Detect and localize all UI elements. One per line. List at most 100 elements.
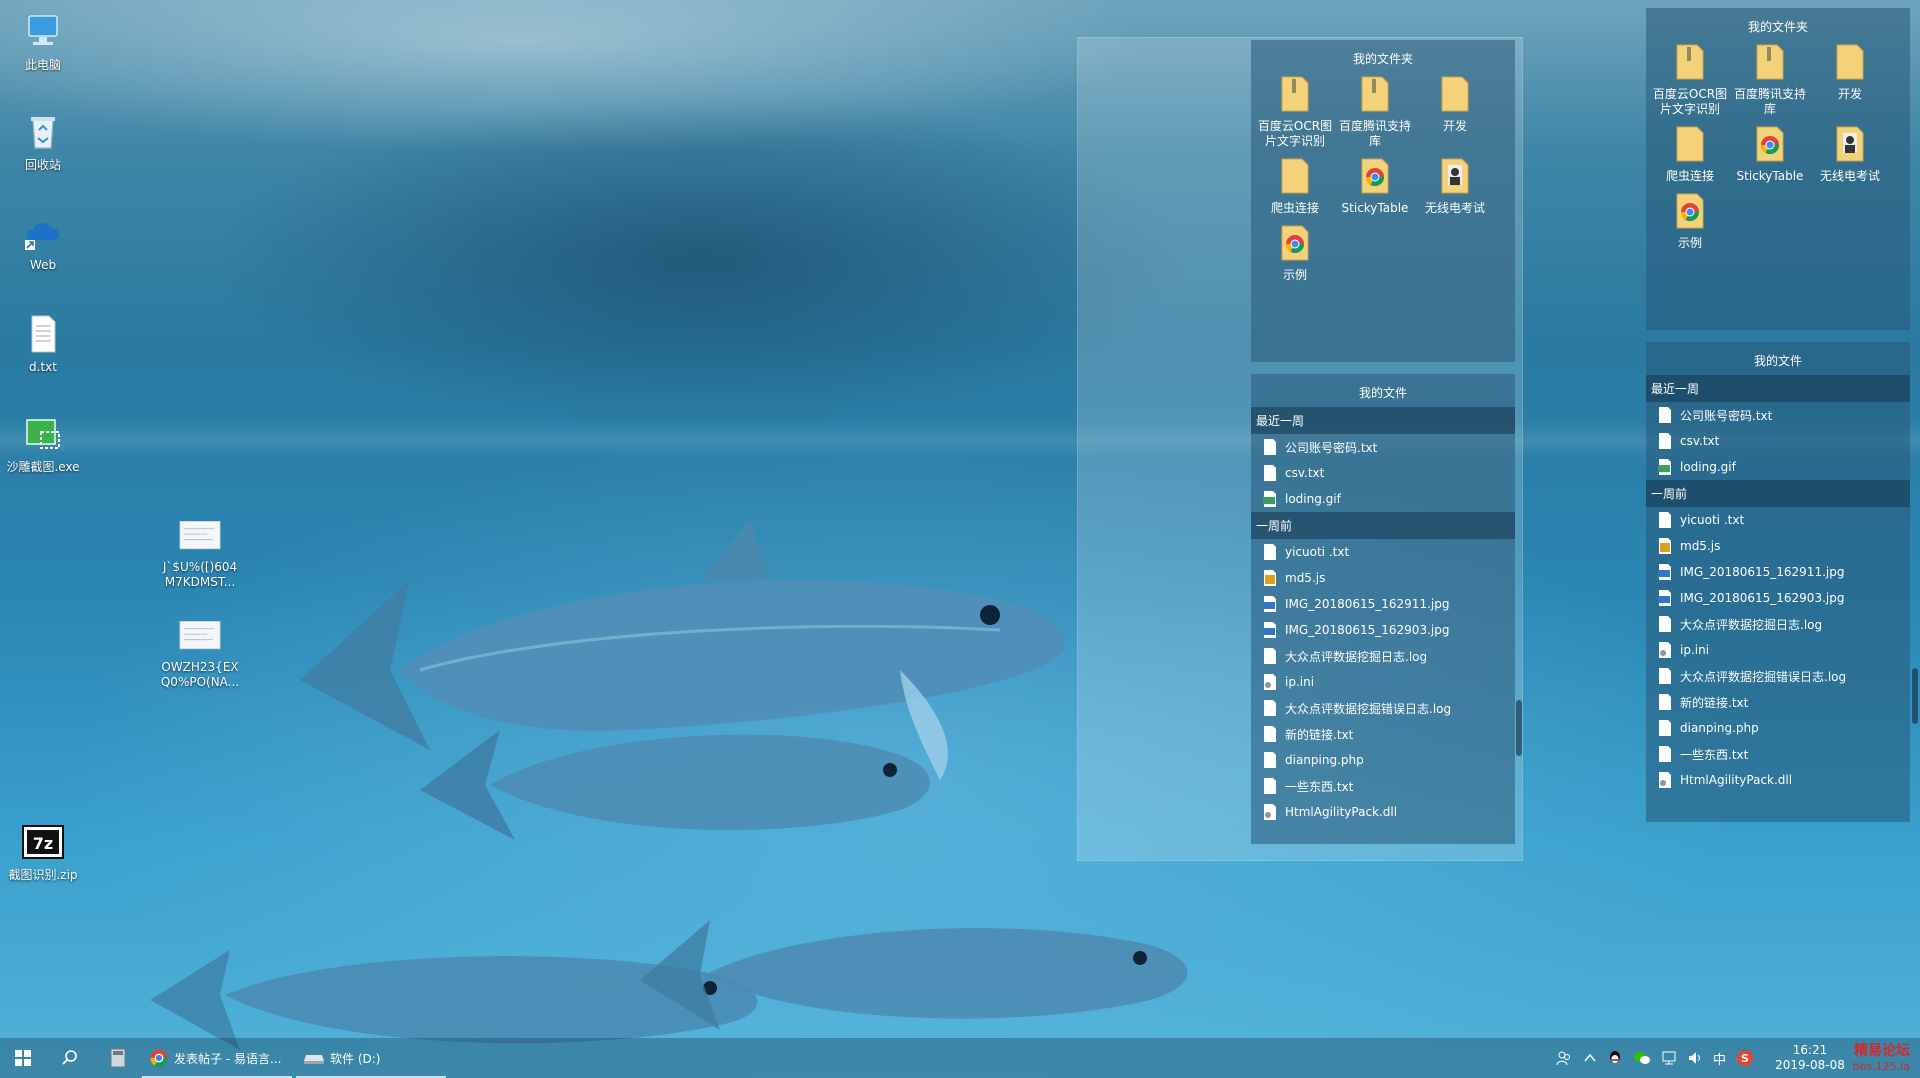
folder-item[interactable]: 示例 bbox=[1255, 222, 1335, 283]
fence-title: 我的文件夹 bbox=[1747, 20, 1808, 34]
chrome-folder-icon bbox=[1756, 126, 1784, 162]
folder-item[interactable]: 百度腾讯支持库 bbox=[1730, 41, 1810, 117]
folder-item[interactable]: 开发 bbox=[1415, 73, 1495, 149]
clock[interactable]: 16:21 2019-08-08 bbox=[1772, 1043, 1848, 1073]
fence-files-left[interactable]: 我的文件 最近一周 公司账号密码.txt csv.txt loding.gif … bbox=[1251, 374, 1515, 844]
folder-item[interactable]: 爬虫连接 bbox=[1255, 155, 1335, 216]
text-file-icon bbox=[1659, 694, 1671, 710]
file-item[interactable]: 一些东西.txt bbox=[1251, 773, 1515, 799]
start-button[interactable] bbox=[0, 1038, 46, 1078]
file-item[interactable]: loding.gif bbox=[1251, 486, 1515, 512]
text-file-icon bbox=[1264, 439, 1276, 455]
file-item[interactable]: csv.txt bbox=[1251, 460, 1515, 486]
fence-files-right[interactable]: 我的文件 最近一周 公司账号密码.txt csv.txt loding.gif … bbox=[1646, 342, 1910, 822]
file-item[interactable]: 大众点评数据挖掘日志.log bbox=[1646, 611, 1910, 637]
section-header-older: 一周前 bbox=[1251, 512, 1515, 539]
file-item[interactable]: IMG_20180615_162911.jpg bbox=[1251, 591, 1515, 617]
taskbar-task-explorer[interactable]: 软件 (D:) bbox=[296, 1038, 446, 1078]
folder-item[interactable]: StickyTable bbox=[1335, 155, 1415, 216]
taskbar-task-chrome[interactable]: 发表帖子 - 易语言... bbox=[142, 1038, 292, 1078]
file-item[interactable]: 新的链接.txt bbox=[1646, 689, 1910, 715]
jpg-file-icon bbox=[1263, 622, 1276, 638]
chevron-up-icon[interactable] bbox=[1583, 1051, 1597, 1065]
log-file-icon bbox=[1659, 616, 1671, 632]
js-file-icon bbox=[1264, 570, 1276, 586]
file-item[interactable]: 大众点评数据挖掘日志.log bbox=[1251, 643, 1515, 669]
folder-item[interactable]: 开发 bbox=[1810, 41, 1890, 117]
file-item[interactable]: ip.ini bbox=[1646, 637, 1910, 663]
file-item[interactable]: ip.ini bbox=[1251, 669, 1515, 695]
svg-text:S: S bbox=[1741, 1052, 1749, 1065]
file-item[interactable]: dianping.php bbox=[1646, 715, 1910, 741]
file-item[interactable]: yicuoti .txt bbox=[1251, 539, 1515, 565]
folder-label: StickyTable bbox=[1736, 169, 1804, 183]
desktop-icon-web[interactable]: Web bbox=[0, 210, 86, 273]
file-item[interactable]: 大众点评数据挖掘错误日志.log bbox=[1646, 663, 1910, 689]
folder-item[interactable]: 示例 bbox=[1650, 190, 1730, 251]
desktop-icon-d-txt[interactable]: d.txt bbox=[0, 312, 86, 375]
folder-item[interactable]: 百度云OCR图片文字识别 bbox=[1255, 73, 1335, 149]
file-item[interactable]: HtmlAgilityPack.dll bbox=[1646, 767, 1910, 793]
desktop-icon-zip[interactable]: 7z 截图识别.zip bbox=[0, 820, 86, 883]
image-thumbnail-icon bbox=[179, 621, 221, 650]
jpg-file-icon bbox=[1263, 596, 1276, 612]
folder-icon bbox=[1441, 76, 1469, 112]
file-item[interactable]: md5.js bbox=[1251, 565, 1515, 591]
fence-title: 我的文件夹 bbox=[1352, 52, 1413, 66]
folder-item[interactable]: 百度云OCR图片文字识别 bbox=[1650, 41, 1730, 117]
file-item[interactable]: 公司账号密码.txt bbox=[1646, 402, 1910, 428]
qq-icon[interactable] bbox=[1607, 1049, 1623, 1067]
file-item[interactable]: IMG_20180615_162903.jpg bbox=[1646, 585, 1910, 611]
dll-file-icon bbox=[1659, 772, 1671, 788]
desktop-icon-label: d.txt bbox=[29, 360, 57, 374]
search-button[interactable] bbox=[46, 1038, 94, 1078]
section-header-recent: 最近一周 bbox=[1251, 407, 1515, 434]
file-item[interactable]: csv.txt bbox=[1646, 428, 1910, 454]
file-item[interactable]: 新的链接.txt bbox=[1251, 721, 1515, 747]
desktop-icon-image-2[interactable]: OWZH23{EX Q0%PO(NA... bbox=[156, 616, 244, 690]
desktop-icon-label: 此电脑 bbox=[24, 58, 61, 72]
folder-item[interactable]: 无线电考试 bbox=[1810, 123, 1890, 184]
dll-file-icon bbox=[1264, 804, 1276, 820]
folder-item[interactable]: 爬虫连接 bbox=[1650, 123, 1730, 184]
folder-item[interactable]: 无线电考试 bbox=[1415, 155, 1495, 216]
gif-file-icon bbox=[1263, 491, 1276, 507]
desktop-icon-label: J`$U%([)604 M7KDMST... bbox=[162, 560, 238, 589]
folder-item[interactable]: StickyTable bbox=[1730, 123, 1810, 184]
file-item[interactable]: dianping.php bbox=[1251, 747, 1515, 773]
desktop-icon-screenshot-exe[interactable]: 沙雕截图.exe bbox=[0, 412, 86, 475]
person-folder-icon bbox=[1836, 126, 1864, 162]
gif-file-icon bbox=[1658, 459, 1671, 475]
folder-zip-icon bbox=[1756, 44, 1784, 80]
text-file-icon bbox=[1264, 544, 1276, 560]
folder-zip-icon bbox=[1281, 76, 1309, 112]
file-item[interactable]: 公司账号密码.txt bbox=[1251, 434, 1515, 460]
fence-resize-handle[interactable] bbox=[1912, 668, 1918, 724]
screenshot-app-icon bbox=[26, 419, 60, 449]
sogou-ime-icon[interactable]: S bbox=[1736, 1049, 1754, 1067]
wechat-icon[interactable] bbox=[1633, 1050, 1651, 1066]
desktop-icon-image-1[interactable]: J`$U%([)604 M7KDMST... bbox=[156, 516, 244, 590]
fence-folders-left[interactable]: 我的文件夹 百度云OCR图片文字识别 百度腾讯支持库 开发 爬虫连接 Stick… bbox=[1251, 40, 1515, 362]
file-item[interactable]: 大众点评数据挖掘错误日志.log bbox=[1251, 695, 1515, 721]
file-item[interactable]: md5.js bbox=[1646, 533, 1910, 559]
calculator-button[interactable] bbox=[94, 1038, 142, 1078]
file-item[interactable]: IMG_20180615_162911.jpg bbox=[1646, 559, 1910, 585]
file-item[interactable]: loding.gif bbox=[1646, 454, 1910, 480]
windows-logo-icon bbox=[15, 1050, 31, 1066]
file-item[interactable]: IMG_20180615_162903.jpg bbox=[1251, 617, 1515, 643]
folder-item[interactable]: 百度腾讯支持库 bbox=[1335, 73, 1415, 149]
file-item[interactable]: yicuoti .txt bbox=[1646, 507, 1910, 533]
people-icon[interactable] bbox=[1555, 1049, 1573, 1067]
file-item[interactable]: HtmlAgilityPack.dll bbox=[1251, 799, 1515, 825]
fence-folders-right[interactable]: 我的文件夹 百度云OCR图片文字识别 百度腾讯支持库 开发 爬虫连接 Stick… bbox=[1646, 8, 1910, 330]
file-item[interactable]: 一些东西.txt bbox=[1646, 741, 1910, 767]
volume-icon[interactable] bbox=[1687, 1050, 1703, 1066]
desktop-icon-recycle-bin[interactable]: 回收站 bbox=[0, 110, 86, 173]
ime-indicator[interactable]: 中 bbox=[1713, 1049, 1726, 1068]
water-surface-highlight bbox=[0, 420, 1920, 460]
chrome-folder-icon bbox=[1676, 193, 1704, 229]
fence-resize-handle[interactable] bbox=[1516, 700, 1522, 756]
network-icon[interactable] bbox=[1661, 1050, 1677, 1066]
desktop-icon-this-pc[interactable]: 此电脑 bbox=[0, 10, 86, 73]
